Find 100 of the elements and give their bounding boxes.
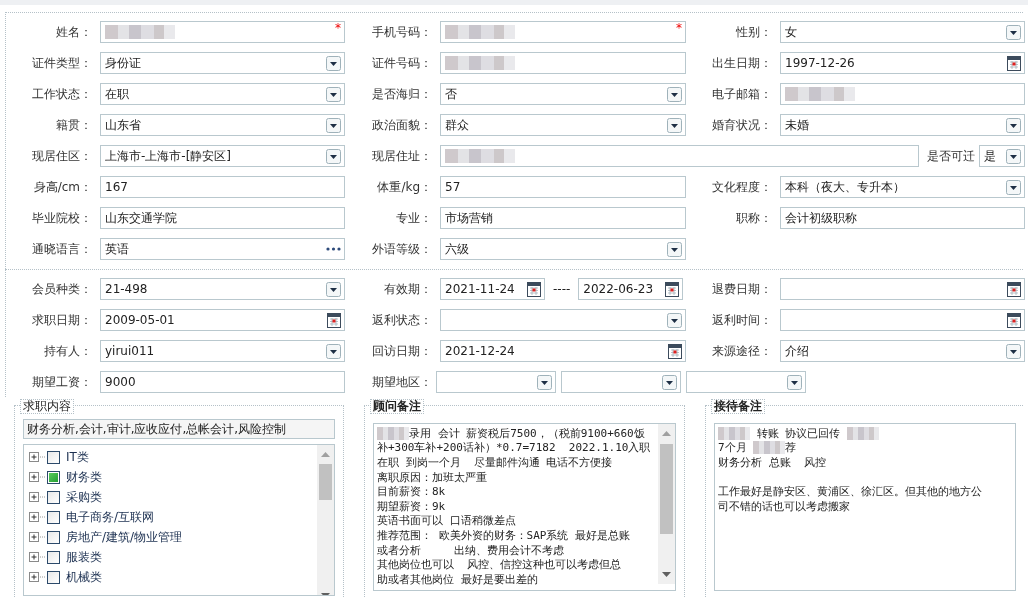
- scrollbar[interactable]: [317, 445, 334, 595]
- caret-icon[interactable]: [1006, 117, 1021, 133]
- dropdown-field[interactable]: [440, 309, 686, 331]
- dropdown-field[interactable]: 否: [440, 83, 686, 105]
- checkbox[interactable]: [47, 470, 60, 484]
- caret-icon[interactable]: [326, 148, 341, 164]
- dropdown-field[interactable]: 六级: [440, 238, 686, 260]
- checkbox[interactable]: [47, 490, 60, 504]
- caret-icon[interactable]: [1006, 343, 1021, 359]
- caret-icon[interactable]: [1006, 148, 1021, 164]
- field-label: 有效期：: [383, 281, 433, 298]
- caret-icon[interactable]: [537, 374, 552, 390]
- text-field[interactable]: 57: [440, 176, 686, 198]
- date-field[interactable]: [780, 278, 1025, 300]
- tree-item[interactable]: 电子商务/互联网: [62, 508, 155, 526]
- calendar-icon[interactable]: [1007, 281, 1021, 297]
- caret-icon[interactable]: [667, 86, 682, 102]
- dropdown-field[interactable]: [436, 371, 556, 393]
- expand-icon[interactable]: [29, 471, 45, 483]
- text-field[interactable]: [440, 145, 919, 167]
- dropdown-field[interactable]: 在职: [100, 83, 345, 105]
- field-label: 回访日期：: [371, 343, 433, 360]
- expand-icon[interactable]: [29, 451, 45, 463]
- date-field[interactable]: 2009-05-01: [100, 309, 345, 331]
- checkbox[interactable]: [47, 570, 60, 584]
- dropdown-field[interactable]: 21-498: [100, 278, 345, 300]
- dropdown-field[interactable]: 群众: [440, 114, 686, 136]
- text-field[interactable]: 会计初级职称: [780, 207, 1025, 229]
- text-field[interactable]: [440, 52, 686, 74]
- picker-field[interactable]: 英语: [100, 238, 345, 260]
- dropdown-field[interactable]: 介绍: [780, 340, 1025, 362]
- dropdown-field[interactable]: [686, 371, 806, 393]
- dropdown-field[interactable]: 本科（夜大、专升本）: [780, 176, 1025, 198]
- caret-icon[interactable]: [662, 374, 677, 390]
- more-icon[interactable]: [326, 247, 341, 251]
- note-text: 工作最好是静安区、黄浦区、徐汇区。但其他的地方公: [718, 484, 982, 500]
- dropdown-field[interactable]: yirui011: [100, 340, 345, 362]
- caret-icon[interactable]: [326, 281, 341, 297]
- blurred-text: [846, 426, 879, 440]
- scrollbar[interactable]: [658, 424, 675, 584]
- expand-icon[interactable]: [29, 511, 45, 523]
- field-label: 出生日期：: [711, 55, 773, 72]
- tree-item[interactable]: 房地产/建筑/物业管理: [62, 528, 183, 546]
- dropdown-field[interactable]: 未婚: [780, 114, 1025, 136]
- notes-textarea[interactable]: 转账 协议已回传 7个月 荐 财务分析 总账 风控 工作最好是静安区、黄浦区、徐汇区。但其他的地方公 司不错的话也可以考虑搬家: [714, 423, 1016, 591]
- blurred-text: [785, 87, 855, 101]
- field-label: 性别：: [735, 24, 773, 41]
- dropdown-field[interactable]: 上海市-上海市-[静安区]: [100, 145, 345, 167]
- text-field[interactable]: *: [100, 21, 345, 43]
- text-field[interactable]: 167: [100, 176, 345, 198]
- caret-icon[interactable]: [667, 241, 682, 257]
- dropdown-field[interactable]: [561, 371, 681, 393]
- dropdown-field[interactable]: 是: [979, 145, 1025, 167]
- tree-item[interactable]: 财务类: [62, 468, 102, 486]
- date-field[interactable]: 2021-12-24: [440, 340, 686, 362]
- checkbox[interactable]: [47, 450, 60, 464]
- expand-icon[interactable]: [29, 551, 45, 563]
- caret-icon[interactable]: [326, 117, 341, 133]
- summary-field[interactable]: 财务分析,会计,审计,应收应付,总帐会计,风险控制: [23, 419, 335, 439]
- caret-icon[interactable]: [326, 343, 341, 359]
- expand-icon[interactable]: [29, 531, 45, 543]
- expand-icon[interactable]: [29, 571, 45, 583]
- text-field[interactable]: 山东交通学院: [100, 207, 345, 229]
- caret-icon[interactable]: [326, 55, 341, 71]
- text-field[interactable]: 9000: [100, 371, 345, 393]
- date-field[interactable]: [780, 309, 1025, 331]
- text-field[interactable]: *: [440, 21, 686, 43]
- tree-item[interactable]: 机械类: [62, 568, 102, 586]
- dropdown-field[interactable]: 女: [780, 21, 1025, 43]
- date-field[interactable]: 1997-12-26: [780, 52, 1025, 74]
- caret-icon[interactable]: [326, 86, 341, 102]
- tree-item[interactable]: IT类: [62, 448, 89, 466]
- date-field[interactable]: 2021-11-24: [440, 278, 545, 300]
- caret-icon[interactable]: [667, 117, 682, 133]
- caret-icon[interactable]: [1006, 24, 1021, 40]
- dropdown-field[interactable]: 身份证: [100, 52, 345, 74]
- calendar-icon[interactable]: [668, 343, 682, 359]
- calendar-icon[interactable]: [1007, 55, 1021, 71]
- note-text: 补+300车补+200话补）*0.7=7182 2022.1.10入职: [377, 440, 651, 456]
- caret-icon[interactable]: [787, 374, 802, 390]
- caret-icon[interactable]: [1006, 179, 1021, 195]
- tree-item[interactable]: 采购类: [62, 488, 102, 506]
- date-field[interactable]: 2022-06-23: [578, 278, 684, 300]
- calendar-icon[interactable]: [327, 312, 341, 328]
- expand-icon[interactable]: [29, 491, 45, 503]
- note-text: 英语书面可以 口语稍微差点: [377, 513, 516, 529]
- calendar-icon[interactable]: [1007, 312, 1021, 328]
- checkbox[interactable]: [47, 510, 60, 524]
- dropdown-field[interactable]: 山东省: [100, 114, 345, 136]
- checkbox[interactable]: [47, 530, 60, 544]
- text-field[interactable]: 市场营销: [440, 207, 686, 229]
- checkbox[interactable]: [47, 550, 60, 564]
- field-label: 手机号码：: [371, 24, 433, 41]
- tree-item[interactable]: 服装类: [62, 548, 102, 566]
- text-field[interactable]: [780, 83, 1025, 105]
- calendar-icon[interactable]: [665, 281, 680, 297]
- caret-icon[interactable]: [667, 312, 682, 328]
- notes-textarea[interactable]: [373, 423, 676, 591]
- field-label: 来源途径：: [711, 343, 773, 360]
- calendar-icon[interactable]: [527, 281, 541, 297]
